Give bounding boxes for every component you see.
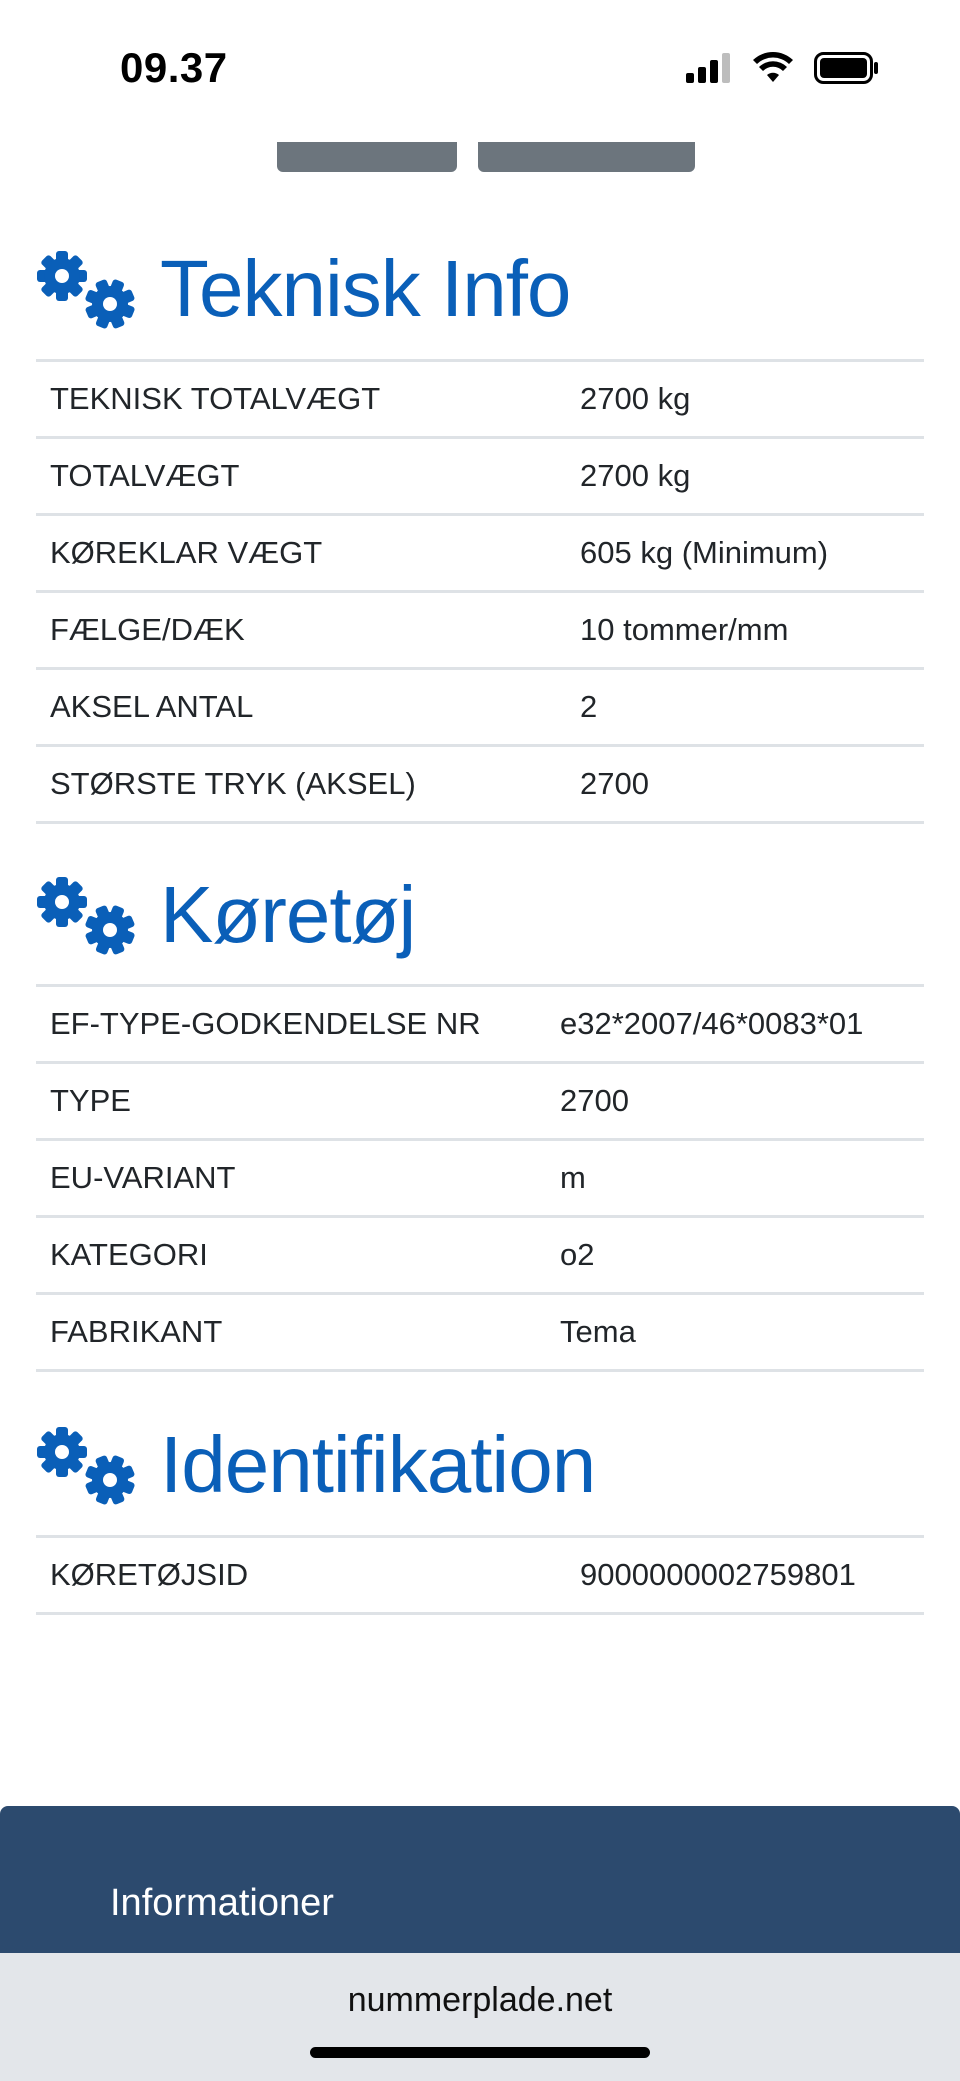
table-row: STØRSTE TRYK (AKSEL) 2700 [36,744,924,824]
browser-address-bar[interactable]: nummerplade.net [0,1953,960,2081]
row-label: EF-TYPE-GODKENDELSE NR [36,984,546,1063]
row-label: AKSEL ANTAL [36,667,566,746]
battery-icon [814,52,878,84]
table-row: TOTALVÆGT 2700 kg [36,436,924,515]
section-header-identifikation: Identifikation [36,1420,596,1509]
row-label: TYPE [36,1061,546,1140]
table-row: KØREKLAR VÆGT 605 kg (Minimum) [36,513,924,592]
row-value: m [546,1138,924,1217]
table-row: EF-TYPE-GODKENDELSE NR e32*2007/46*0083*… [36,984,924,1063]
table-row: KATEGORI o2 [36,1215,924,1294]
table-row: EU-VARIANT m [36,1138,924,1217]
tab-button-right[interactable] [478,142,695,172]
home-indicator[interactable] [310,2047,650,2058]
row-label: KØRETØJSID [36,1535,566,1615]
row-value: 2 [566,667,924,746]
row-label: TOTALVÆGT [36,436,566,515]
row-value: 605 kg (Minimum) [566,513,924,592]
row-label: KØREKLAR VÆGT [36,513,566,592]
table-row: AKSEL ANTAL 2 [36,667,924,746]
table-row: FABRIKANT Tema [36,1292,924,1372]
gears-icon [37,1427,135,1505]
row-value: 9000000002759801 [566,1535,924,1615]
table-row: TEKNISK TOTALVÆGT 2700 kg [36,359,924,438]
row-value: e32*2007/46*0083*01 [546,984,924,1063]
table-row: FÆLGE/DÆK 10 tommer/mm [36,590,924,669]
section-header-teknisk-info: Teknisk Info [36,244,571,333]
table-row: TYPE 2700 [36,1061,924,1140]
section-title: Identifikation [160,1420,596,1509]
section-header-koretoj: Køretøj [36,870,416,959]
wifi-icon [753,52,793,82]
table-row: KØRETØJSID 9000000002759801 [36,1535,924,1615]
status-time: 09.37 [120,44,228,91]
row-label: FÆLGE/DÆK [36,590,566,669]
row-value: o2 [546,1215,924,1294]
row-value: 2700 [566,744,924,824]
status-bar: 09.37 [0,0,960,140]
row-label: STØRSTE TRYK (AKSEL) [36,744,566,824]
section-title: Teknisk Info [160,244,571,333]
footer-heading: Informationer [110,1882,334,1924]
status-icons [686,52,880,84]
teknisk-info-table: TEKNISK TOTALVÆGT 2700 kg TOTALVÆGT 2700… [36,359,924,824]
address-url[interactable]: nummerplade.net [0,1981,960,2020]
koretoj-table: EF-TYPE-GODKENDELSE NR e32*2007/46*0083*… [36,984,924,1372]
row-value: 2700 kg [566,359,924,438]
row-label: TEKNISK TOTALVÆGT [36,359,566,438]
section-title: Køretøj [160,870,416,959]
row-value: Tema [546,1292,924,1372]
gears-icon [37,877,135,955]
row-value: 2700 kg [566,436,924,515]
row-label: FABRIKANT [36,1292,546,1372]
identifikation-table: KØRETØJSID 9000000002759801 [36,1535,924,1615]
signal-icon [686,53,730,83]
row-value: 2700 [546,1061,924,1140]
row-value: 10 tommer/mm [566,590,924,669]
gears-icon [37,251,135,329]
row-label: KATEGORI [36,1215,546,1294]
tab-button-left[interactable] [277,142,457,172]
row-label: EU-VARIANT [36,1138,546,1217]
